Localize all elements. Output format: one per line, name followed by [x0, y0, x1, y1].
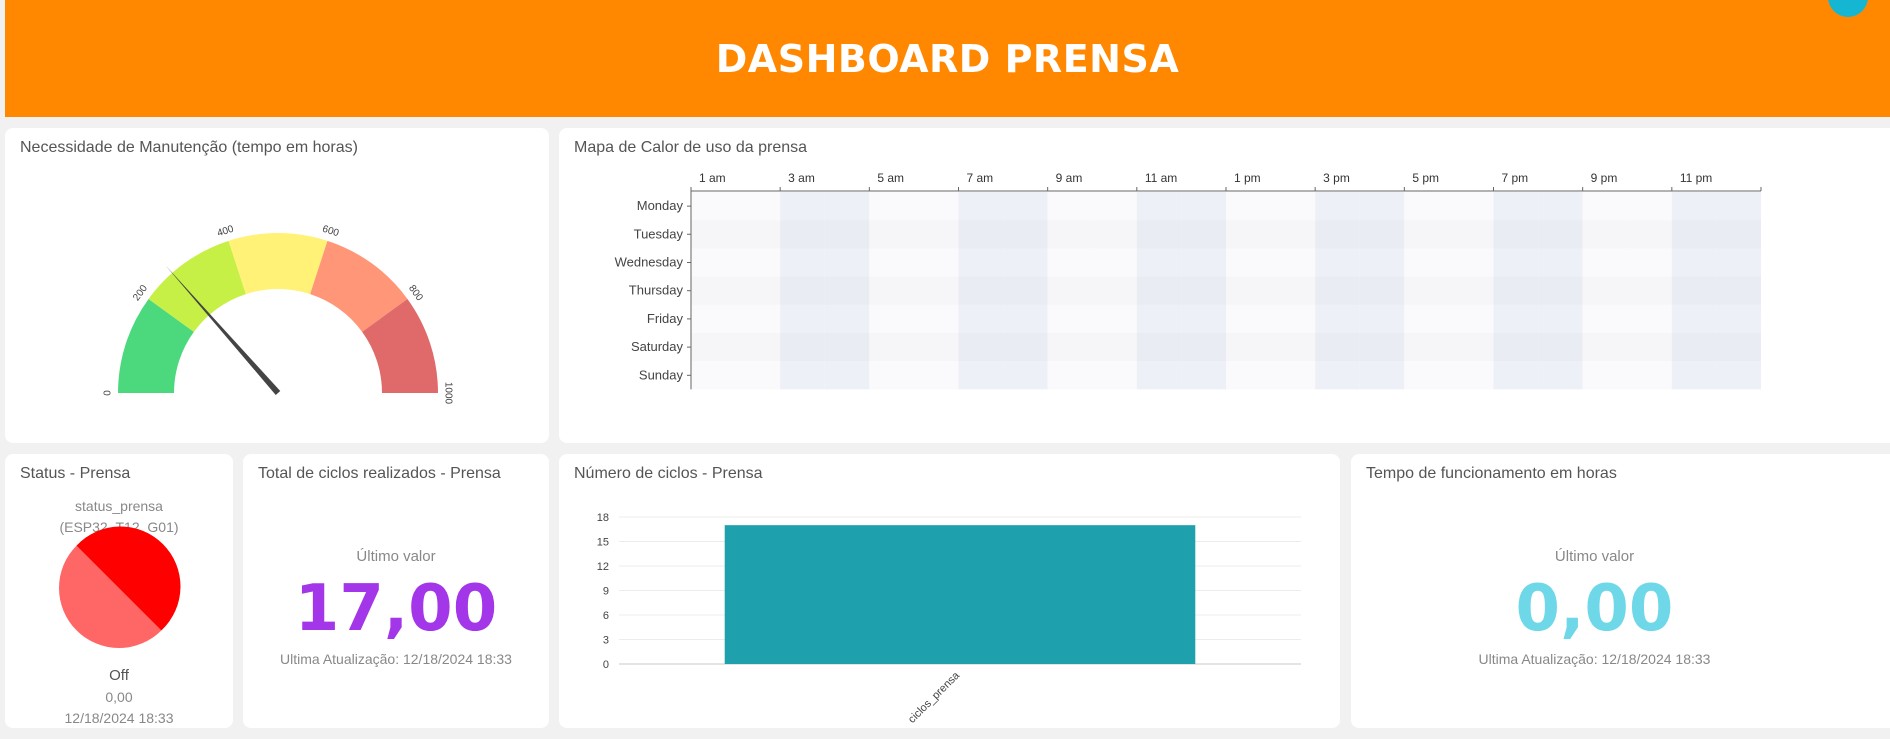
bar-y-tick-label: 0	[603, 659, 609, 671]
heatmap-hour-label: 7 pm	[1502, 171, 1529, 185]
heatmap-hour-label: 1 pm	[1234, 171, 1261, 185]
bar-y-tick-label: 12	[597, 561, 609, 573]
status-timestamp: 12/18/2024 18:33	[64, 710, 174, 726]
gauge-band-2	[228, 233, 328, 295]
heatmap-hour-label: 1 am	[699, 171, 726, 185]
gauge-tick-label: 800	[406, 283, 425, 303]
heatmap-row	[691, 220, 1761, 248]
dashboard-header: DASHBOARD PRENSA	[5, 0, 1890, 117]
heatmap-day-label: Thursday	[629, 283, 684, 298]
dashboard-title: DASHBOARD PRENSA	[715, 36, 1180, 81]
bar-y-tick-label: 6	[603, 610, 609, 622]
heatmap-day-label: Friday	[647, 311, 684, 326]
status-pie-icon	[59, 526, 181, 648]
heatmap-hour-label: 11 am	[1145, 171, 1177, 185]
gauge-tick-label: 200	[131, 283, 150, 303]
heatmap-row	[691, 333, 1761, 361]
usage-heatmap: Monday Tuesday Wednesday Thursday Friday Satu…	[615, 171, 1762, 390]
status-value: 0,00	[105, 689, 133, 705]
runtime-card: Tempo de funcionamento em horas Último v…	[1351, 454, 1890, 728]
gauge-tick-label: 400	[216, 224, 236, 240]
bar-y-tick-label: 18	[597, 512, 609, 524]
heatmap-hour-label: 3 pm	[1323, 171, 1350, 185]
total-cycles-updated: Ultima Atualização: 12/18/2024 18:33	[280, 651, 512, 667]
bar-category-label: ciclos_prensa	[906, 669, 963, 726]
bar-y-tick-label: 3	[603, 635, 609, 647]
status-card: Status - Prensa status_prensa (ESP32_T12…	[5, 454, 233, 728]
runtime-updated: Ultima Atualização: 12/18/2024 18:33	[1478, 651, 1711, 667]
bar-y-tick-label: 15	[597, 537, 609, 549]
heatmap-card: Mapa de Calor de uso da prensa Monday Tue…	[559, 128, 1890, 443]
heatmap-hour-label: 3 am	[788, 171, 815, 185]
heatmap-hour-label: 5 pm	[1412, 171, 1439, 185]
maintenance-gauge: 0 200 400 600 800 1000	[103, 224, 454, 405]
gauge-tick-label: 600	[321, 224, 341, 240]
runtime-value: 0,00	[1515, 572, 1674, 646]
cycles-bar-chart: 0 3 6 9 12 15 18 ciclos_prensa	[597, 512, 1301, 726]
total-cycles-label: Último valor	[356, 548, 436, 565]
runtime-label: Último valor	[1554, 548, 1635, 565]
heatmap-row	[691, 277, 1761, 305]
heatmap-day-label: Wednesday	[615, 255, 684, 270]
gauge-card: Necessidade de Manutenção (tempo em hora…	[5, 128, 549, 443]
heatmap-day-label: Sunday	[639, 367, 684, 382]
total-cycles-title: Total de ciclos realizados - Prensa	[258, 465, 501, 482]
runtime-title: Tempo de funcionamento em horas	[1366, 465, 1617, 482]
cycles-chart-card: Número de ciclos - Prensa 0 3 6 9 12 15 18 cicl…	[559, 454, 1340, 728]
total-cycles-card: Total de ciclos realizados - Prensa Últi…	[243, 454, 549, 728]
heatmap-hour-label: 9 am	[1056, 171, 1083, 185]
total-cycles-value: 17,00	[294, 572, 498, 646]
bar-ciclos_prensa[interactable]	[724, 525, 1196, 664]
heatmap-hour-label: 7 am	[967, 171, 994, 185]
heatmap-hour-label: 11 pm	[1680, 171, 1712, 185]
heatmap-day-label: Monday	[637, 198, 684, 213]
heatmap-day-label: Tuesday	[634, 226, 684, 241]
gauge-tick-label: 0	[103, 390, 114, 396]
bar-y-tick-label: 9	[603, 586, 609, 598]
heatmap-hour-label: 9 pm	[1591, 171, 1618, 185]
heatmap-day-label: Saturday	[631, 339, 684, 354]
heatmap-hour-label: 5 am	[877, 171, 904, 185]
gauge-tick-label: 1000	[442, 382, 453, 405]
status-state: Off	[109, 667, 129, 684]
